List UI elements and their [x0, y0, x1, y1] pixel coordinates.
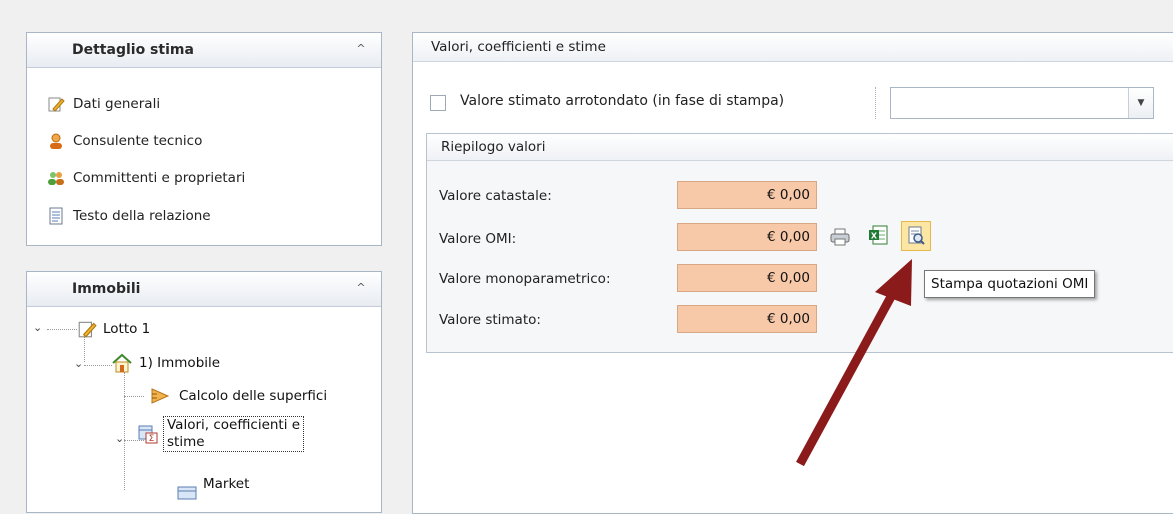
immobili-header[interactable]: Immobili ^: [27, 272, 381, 307]
immobili-title: Immobili: [72, 281, 141, 297]
dettaglio-stima-title: Dettaglio stima: [72, 42, 194, 58]
expand-chevron-icon[interactable]: ⌄: [115, 432, 124, 445]
value-valore-stimato[interactable]: € 0,00: [677, 305, 817, 333]
tree-node-valori-coefficienti[interactable]: Σ Valori, coefficienti e stime: [137, 416, 305, 452]
riepilogo-header: Riepilogo valori: [427, 134, 1173, 161]
tree-node-lotto-1[interactable]: Lotto 1: [77, 319, 150, 339]
tree-node-selected-label: Valori, coefficienti e stime: [163, 416, 305, 452]
dettaglio-stima-header[interactable]: Dettaglio stima ^: [27, 33, 381, 68]
tree-node-calcolo-superfici[interactable]: Calcolo delle superfici: [149, 386, 327, 406]
chevron-down-icon[interactable]: ▼: [1128, 88, 1153, 118]
sigma-table-icon: Σ: [137, 423, 159, 445]
riepilogo-group: Riepilogo valori Valore catastale: € 0,0…: [426, 133, 1173, 353]
tree-connector: [47, 329, 77, 330]
immobili-panel: Immobili ^ ⌄ Lotto 1 ⌄ 1) Immobile Calco…: [26, 271, 382, 513]
svg-text:X: X: [871, 232, 878, 241]
main-panel-header: Valori, coefficienti e stime: [413, 33, 1173, 62]
document-icon: [47, 207, 65, 225]
people-icon: [47, 169, 65, 187]
tree-connector: [84, 336, 85, 362]
nav-item-consulente-tecnico[interactable]: Consulente tecnico: [47, 130, 202, 152]
print-preview-icon[interactable]: [901, 221, 931, 251]
ruler-icon: [149, 386, 171, 406]
dettaglio-stima-panel: Dettaglio stima ^ Dati generali Consulen…: [26, 32, 382, 246]
rounded-value-checkbox[interactable]: [430, 95, 446, 111]
expand-chevron-icon[interactable]: ⌄: [33, 321, 42, 334]
nav-item-dati-generali[interactable]: Dati generali: [47, 93, 160, 115]
tree-node-immobile[interactable]: 1) Immobile: [111, 352, 220, 374]
label-valore-catastale: Valore catastale:: [439, 188, 552, 204]
tree-connector: [124, 396, 144, 397]
tooltip-stampa-quotazioni: Stampa quotazioni OMI: [924, 270, 1096, 298]
printer-icon[interactable]: [829, 226, 853, 250]
value-valore-monoparametrico[interactable]: € 0,00: [677, 264, 817, 292]
riepilogo-title: Riepilogo valori: [441, 139, 546, 155]
table-icon: [177, 486, 197, 506]
rounded-value-label[interactable]: Valore stimato arrotondato (in fase di s…: [460, 93, 784, 109]
expand-chevron-icon[interactable]: ⌄: [74, 357, 83, 370]
value-valore-omi[interactable]: € 0,00: [677, 223, 817, 251]
pencil-icon: [77, 319, 97, 339]
tree-node-market[interactable]: Market: [177, 470, 249, 506]
separator: [875, 87, 876, 119]
label-valore-monoparametrico: Valore monoparametrico:: [439, 271, 611, 287]
nav-item-testo-relazione[interactable]: Testo della relazione: [47, 205, 211, 227]
collapse-chevron-icon[interactable]: ^: [355, 282, 367, 294]
excel-icon[interactable]: X: [867, 224, 891, 248]
label-valore-stimato: Valore stimato:: [439, 312, 541, 328]
tree-connector: [124, 372, 125, 490]
tree-connector: [84, 365, 112, 366]
value-valore-catastale[interactable]: € 0,00: [677, 181, 817, 209]
label-valore-omi: Valore OMI:: [439, 231, 517, 247]
rounding-select[interactable]: ▼: [890, 87, 1154, 119]
main-panel-title: Valori, coefficienti e stime: [431, 39, 606, 55]
house-icon: [111, 352, 133, 374]
nav-item-committenti[interactable]: Committenti e proprietari: [47, 167, 245, 189]
collapse-chevron-icon[interactable]: ^: [355, 43, 367, 55]
svg-text:Σ: Σ: [149, 434, 155, 444]
person-icon: [47, 132, 65, 150]
pencil-icon: [47, 95, 65, 113]
